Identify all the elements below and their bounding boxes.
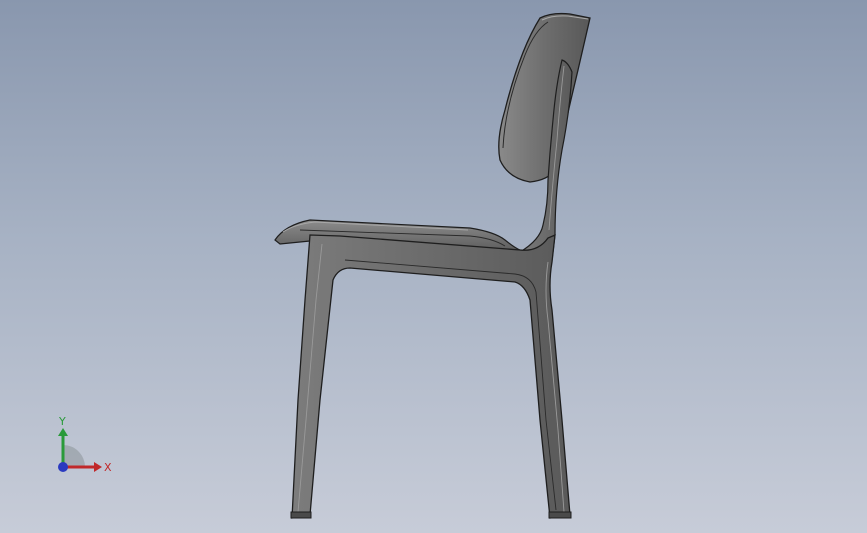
chair-front-foot (290, 511, 312, 519)
triad-y-arrow (58, 428, 68, 436)
triad-x-label: X (104, 461, 112, 474)
chair-model[interactable] (0, 0, 867, 533)
coordinate-triad: X Y (58, 415, 112, 474)
triad-x-arrow (94, 462, 102, 472)
graphics-viewport[interactable]: X Y (0, 0, 867, 533)
chair-backrest[interactable] (498, 12, 591, 183)
chair-frame-inner-edge (344, 259, 557, 511)
chair-rear-foot (548, 511, 572, 519)
triad-y-label: Y (58, 415, 66, 428)
chair-frame[interactable] (291, 233, 571, 519)
triad-z-axis (58, 462, 68, 472)
